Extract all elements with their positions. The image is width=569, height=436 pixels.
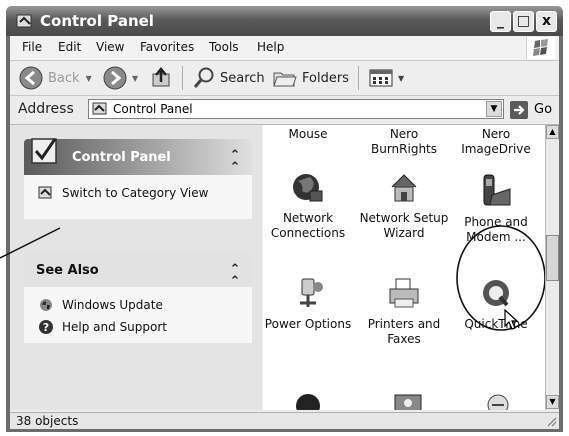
partial-item-icon bbox=[296, 394, 320, 410]
views-dropdown-icon: ▼ bbox=[398, 73, 405, 83]
menu-help[interactable]: Help bbox=[257, 40, 284, 54]
window-client: File Edit View Favorites Tools Help Back… bbox=[10, 36, 559, 429]
address-bar: Address Control Panel ▼ Go bbox=[10, 96, 559, 125]
menu-view[interactable]: View bbox=[96, 40, 124, 54]
partial-item-icon bbox=[394, 394, 422, 410]
item-label: Mouse bbox=[288, 127, 328, 141]
windows-logo-icon bbox=[526, 37, 555, 59]
search-button[interactable]: Search bbox=[192, 61, 265, 95]
switch-category-view-label: Switch to Category View bbox=[62, 186, 209, 200]
views-button[interactable]: ▼ bbox=[368, 61, 404, 95]
windows-update-link[interactable]: Windows Update bbox=[38, 297, 163, 313]
printer-icon bbox=[389, 278, 419, 308]
menu-bar: File Edit View Favorites Tools Help bbox=[10, 36, 559, 61]
control-panel-large-icon bbox=[31, 138, 57, 164]
phone-modem-icon bbox=[483, 174, 511, 206]
resize-grip-icon[interactable] bbox=[545, 415, 557, 427]
toolbar: Back ▼ ▼ Search Folders ▼ bbox=[10, 61, 559, 96]
item-network-setup-wizard[interactable]: Network Setup Wizard bbox=[359, 171, 449, 241]
control-panel-small-icon bbox=[38, 186, 52, 199]
help-icon: ? bbox=[39, 320, 53, 334]
close-button[interactable]: x bbox=[536, 11, 557, 32]
scroll-down-icon[interactable]: ▼ bbox=[546, 395, 559, 409]
menu-edit[interactable]: Edit bbox=[58, 40, 81, 54]
search-label: Search bbox=[220, 70, 265, 86]
title-bar[interactable]: Control Panel _ □ x bbox=[6, 6, 563, 36]
minimize-button[interactable]: _ bbox=[490, 11, 511, 32]
go-button[interactable]: Go bbox=[510, 100, 555, 120]
back-button[interactable]: Back ▼ bbox=[18, 61, 92, 95]
scroll-up-icon[interactable]: ▲ bbox=[546, 125, 559, 139]
item-power-options[interactable]: Power Options bbox=[263, 277, 353, 332]
menu-file[interactable]: File bbox=[22, 40, 42, 54]
switch-category-view-link[interactable]: Switch to Category View bbox=[38, 185, 208, 201]
forward-dropdown-icon[interactable]: ▼ bbox=[132, 74, 138, 83]
power-plug-icon bbox=[300, 278, 323, 307]
task-pane: Control Panel ⌃ ⌃ Switch to Category View… bbox=[10, 125, 262, 410]
folders-icon bbox=[273, 72, 297, 87]
maximize-button[interactable]: □ bbox=[513, 11, 534, 32]
window-title: Control Panel bbox=[40, 12, 154, 30]
item-nero-burnrights[interactable]: Nero BurnRights bbox=[359, 127, 449, 157]
highlight-circle bbox=[456, 225, 545, 331]
views-icon bbox=[369, 69, 393, 87]
status-object-count: 38 objects bbox=[16, 414, 79, 428]
item-label: Printers and Faxes bbox=[367, 317, 441, 346]
item-label: Network Setup Wizard bbox=[359, 211, 449, 240]
window: Control Panel _ □ x File Edit View Favor… bbox=[6, 6, 563, 432]
toolbar-separator bbox=[358, 66, 359, 90]
item-label: Network Connections bbox=[270, 211, 346, 240]
menu-tools[interactable]: Tools bbox=[209, 40, 239, 54]
help-and-support-link[interactable]: ? Help and Support bbox=[38, 319, 167, 335]
vertical-scrollbar[interactable]: ▲ ▼ bbox=[545, 125, 559, 410]
go-arrow-icon bbox=[510, 101, 528, 119]
mouse-cursor-icon bbox=[504, 309, 519, 330]
item-label: Nero BurnRights bbox=[370, 127, 438, 156]
control-panel-task-header[interactable]: Control Panel ⌃ ⌃ bbox=[24, 138, 252, 175]
toolbar-separator bbox=[182, 66, 183, 90]
back-label: Back bbox=[48, 70, 80, 86]
back-arrow-icon bbox=[19, 66, 43, 90]
network-globe-icon bbox=[293, 174, 323, 202]
item-nero-imagedrive[interactable]: Nero ImageDrive bbox=[451, 127, 541, 157]
item-label: Power Options bbox=[264, 317, 352, 331]
see-also-title: See Also bbox=[36, 263, 99, 278]
status-bar: 38 objects bbox=[10, 412, 559, 429]
search-icon bbox=[193, 67, 214, 88]
scroll-thumb[interactable] bbox=[546, 235, 559, 281]
forward-button[interactable]: ▼ bbox=[102, 61, 138, 95]
see-also-box: See Also ⌃ ⌃ Windows Update ? Help and S… bbox=[24, 253, 252, 343]
back-dropdown-icon[interactable]: ▼ bbox=[86, 74, 92, 83]
control-panel-task-title: Control Panel bbox=[72, 150, 171, 165]
control-panel-icon bbox=[92, 102, 107, 115]
items-view: Mouse Nero BurnRights Nero ImageDrive Ne… bbox=[263, 125, 545, 410]
go-label: Go bbox=[534, 102, 553, 117]
folders-label: Folders bbox=[302, 70, 349, 86]
forward-arrow-icon bbox=[103, 66, 127, 90]
partial-item-icon bbox=[487, 394, 509, 410]
up-folder-icon bbox=[152, 67, 170, 87]
svg-text:?: ? bbox=[43, 321, 49, 334]
address-label: Address bbox=[18, 101, 74, 117]
collapse-chevron-icon[interactable]: ⌃ ⌃ bbox=[228, 263, 242, 288]
control-panel-icon bbox=[16, 14, 32, 28]
item-mouse[interactable]: Mouse bbox=[263, 127, 353, 142]
collapse-chevron-icon[interactable]: ⌃ ⌃ bbox=[228, 149, 242, 174]
windows-update-icon bbox=[40, 299, 52, 311]
address-value: Control Panel bbox=[113, 102, 193, 116]
annotation-pointer-line bbox=[0, 227, 61, 259]
address-dropdown-icon[interactable]: ▼ bbox=[486, 101, 502, 117]
folders-button[interactable]: Folders bbox=[272, 61, 349, 95]
help-and-support-label: Help and Support bbox=[62, 320, 167, 334]
menu-favorites[interactable]: Favorites bbox=[140, 40, 194, 54]
house-network-icon bbox=[391, 174, 417, 202]
control-panel-task-box: Control Panel ⌃ ⌃ Switch to Category View bbox=[24, 138, 252, 219]
address-field[interactable]: Control Panel ▼ bbox=[88, 99, 504, 119]
windows-update-label: Windows Update bbox=[62, 298, 163, 312]
item-printers-and-faxes[interactable]: Printers and Faxes bbox=[359, 277, 449, 347]
item-label: Nero ImageDrive bbox=[461, 127, 531, 156]
up-folder-button[interactable] bbox=[150, 61, 174, 95]
item-network-connections[interactable]: Network Connections bbox=[263, 171, 353, 241]
